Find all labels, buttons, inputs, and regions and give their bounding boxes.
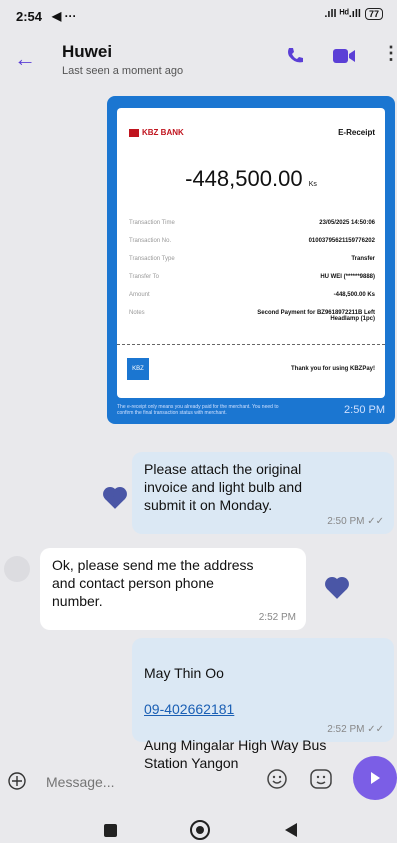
clock: 2:54: [16, 9, 43, 24]
receipt-thanks: Thank you for using KBZPay!: [290, 366, 375, 372]
message-text: Please attach the original invoice and l…: [144, 461, 303, 513]
send-icon: [371, 772, 380, 784]
sticker-icon[interactable]: [309, 768, 333, 790]
phone-link[interactable]: 09-402662181: [144, 700, 326, 718]
message-time: 2:52 PM: [258, 612, 296, 623]
back-nav-button[interactable]: [284, 822, 298, 838]
last-seen: Last seen a moment ago: [62, 65, 184, 77]
message-composer: [0, 752, 397, 802]
kbzpay-logo: KBZ Pay: [127, 358, 149, 394]
heart-reaction-icon[interactable]: [327, 579, 347, 599]
bank-logo: KBZ BANK: [129, 128, 184, 137]
more-options-icon[interactable]: ⋮: [382, 44, 397, 62]
home-button[interactable]: [190, 820, 210, 840]
contact-name[interactable]: Huwei: [62, 42, 112, 62]
status-bar: 2:54 ◀ ··· .ıll ᴴᵈ.ıll 77: [0, 0, 397, 32]
recents-button[interactable]: [104, 824, 117, 837]
status-nav-glyph: ◀ ···: [52, 9, 77, 23]
receipt-image-message[interactable]: KBZ BANK E-Receipt -448,500.00 Ks Transa…: [107, 96, 395, 424]
message-time: 2:50 PM: [344, 404, 385, 416]
system-nav-bar: [0, 802, 397, 843]
message-bubble-incoming[interactable]: Ok, please send me the address and conta…: [40, 548, 306, 630]
video-call-icon[interactable]: [332, 47, 356, 65]
contact-person-name: May Thin Oo: [144, 665, 224, 681]
receipt-divider: [117, 344, 385, 345]
send-button[interactable]: [353, 756, 397, 800]
avatar[interactable]: [4, 556, 30, 582]
chat-header: ← Huwei Last seen a moment ago ⋮: [0, 32, 397, 90]
receipt-disclaimer: The e-receipt only means you already pai…: [117, 404, 279, 416]
message-text: Ok, please send me the address and conta…: [52, 557, 254, 609]
message-time: 2:52 PM ✓✓: [327, 724, 384, 735]
receipt-title: E-Receipt: [338, 128, 375, 137]
heart-reaction-icon[interactable]: [105, 489, 125, 509]
plus-circle-icon[interactable]: [8, 772, 26, 790]
message-time: 2:50 PM ✓✓: [327, 516, 384, 527]
message-input[interactable]: [44, 770, 248, 794]
signal-icon: .ıll ᴴᵈ.ıll: [324, 8, 361, 20]
message-bubble-outgoing[interactable]: May Thin Oo 09-402662181 Aung Mingalar H…: [132, 638, 394, 771]
e-receipt-card: KBZ BANK E-Receipt -448,500.00 Ks Transa…: [117, 108, 385, 398]
receipt-amount: -448,500.00 Ks: [185, 166, 317, 191]
smile-icon[interactable]: [266, 768, 288, 790]
message-bubble-outgoing[interactable]: Please attach the original invoice and l…: [132, 452, 394, 534]
back-button[interactable]: ←: [14, 46, 36, 72]
battery-icon: 77: [364, 8, 383, 20]
phone-call-icon[interactable]: [285, 46, 305, 66]
